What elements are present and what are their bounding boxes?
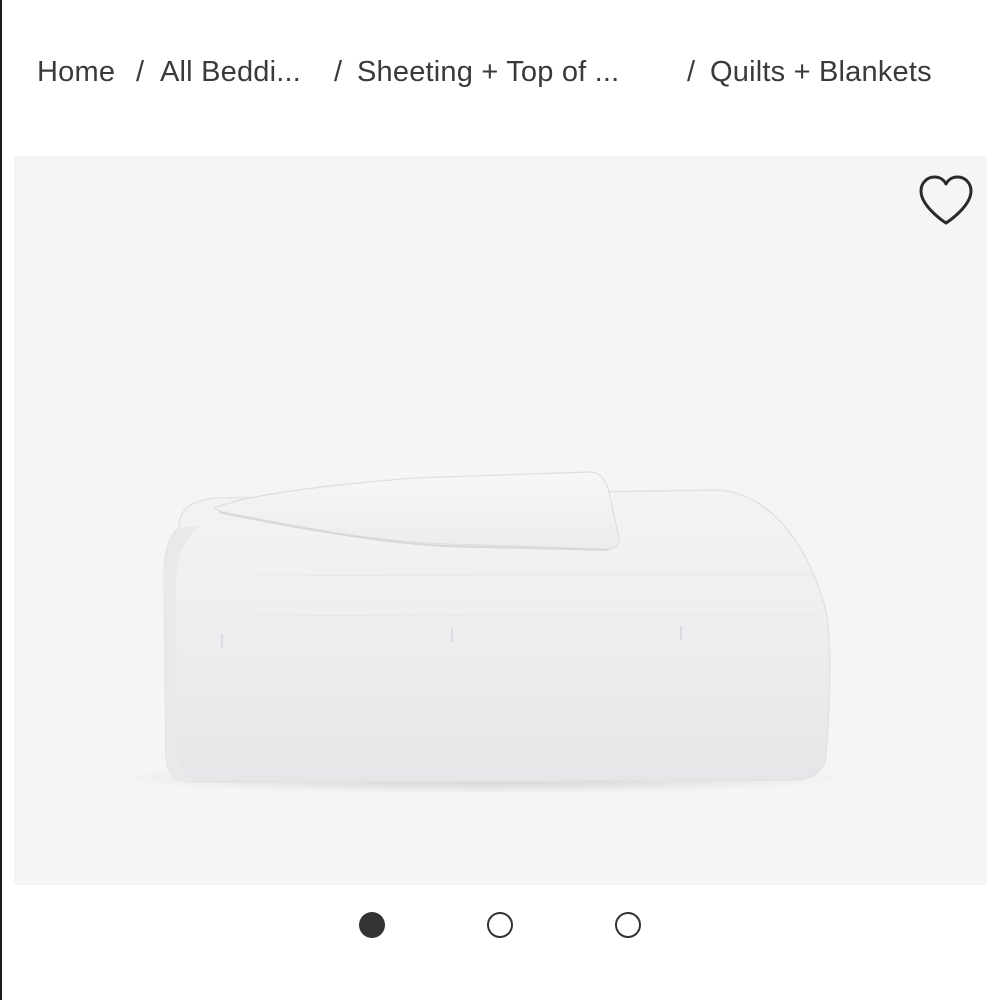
breadcrumb: Home / All Beddi... / Sheeting + Top of … bbox=[0, 52, 1000, 96]
carousel-dot-2[interactable] bbox=[487, 912, 513, 938]
breadcrumb-quilts-blankets[interactable]: Quilts + Blankets bbox=[710, 56, 932, 89]
wishlist-heart-icon[interactable] bbox=[917, 174, 975, 228]
breadcrumb-separator: / bbox=[136, 56, 145, 88]
carousel-pagination bbox=[0, 910, 1000, 940]
breadcrumb-sheeting[interactable]: Sheeting + Top of ... bbox=[357, 56, 619, 89]
carousel-dot-1[interactable] bbox=[359, 912, 385, 938]
breadcrumb-all-bedding[interactable]: All Beddi... bbox=[160, 56, 301, 89]
window-edge bbox=[0, 0, 2, 1000]
carousel-dot-3[interactable] bbox=[615, 912, 641, 938]
folded-quilt-image bbox=[114, 471, 854, 794]
product-image-gallery[interactable] bbox=[14, 156, 987, 885]
breadcrumb-separator: / bbox=[687, 56, 696, 88]
breadcrumb-separator: / bbox=[334, 56, 343, 88]
product-page: Home / All Beddi... / Sheeting + Top of … bbox=[0, 0, 1000, 1000]
breadcrumb-home[interactable]: Home bbox=[37, 56, 115, 89]
